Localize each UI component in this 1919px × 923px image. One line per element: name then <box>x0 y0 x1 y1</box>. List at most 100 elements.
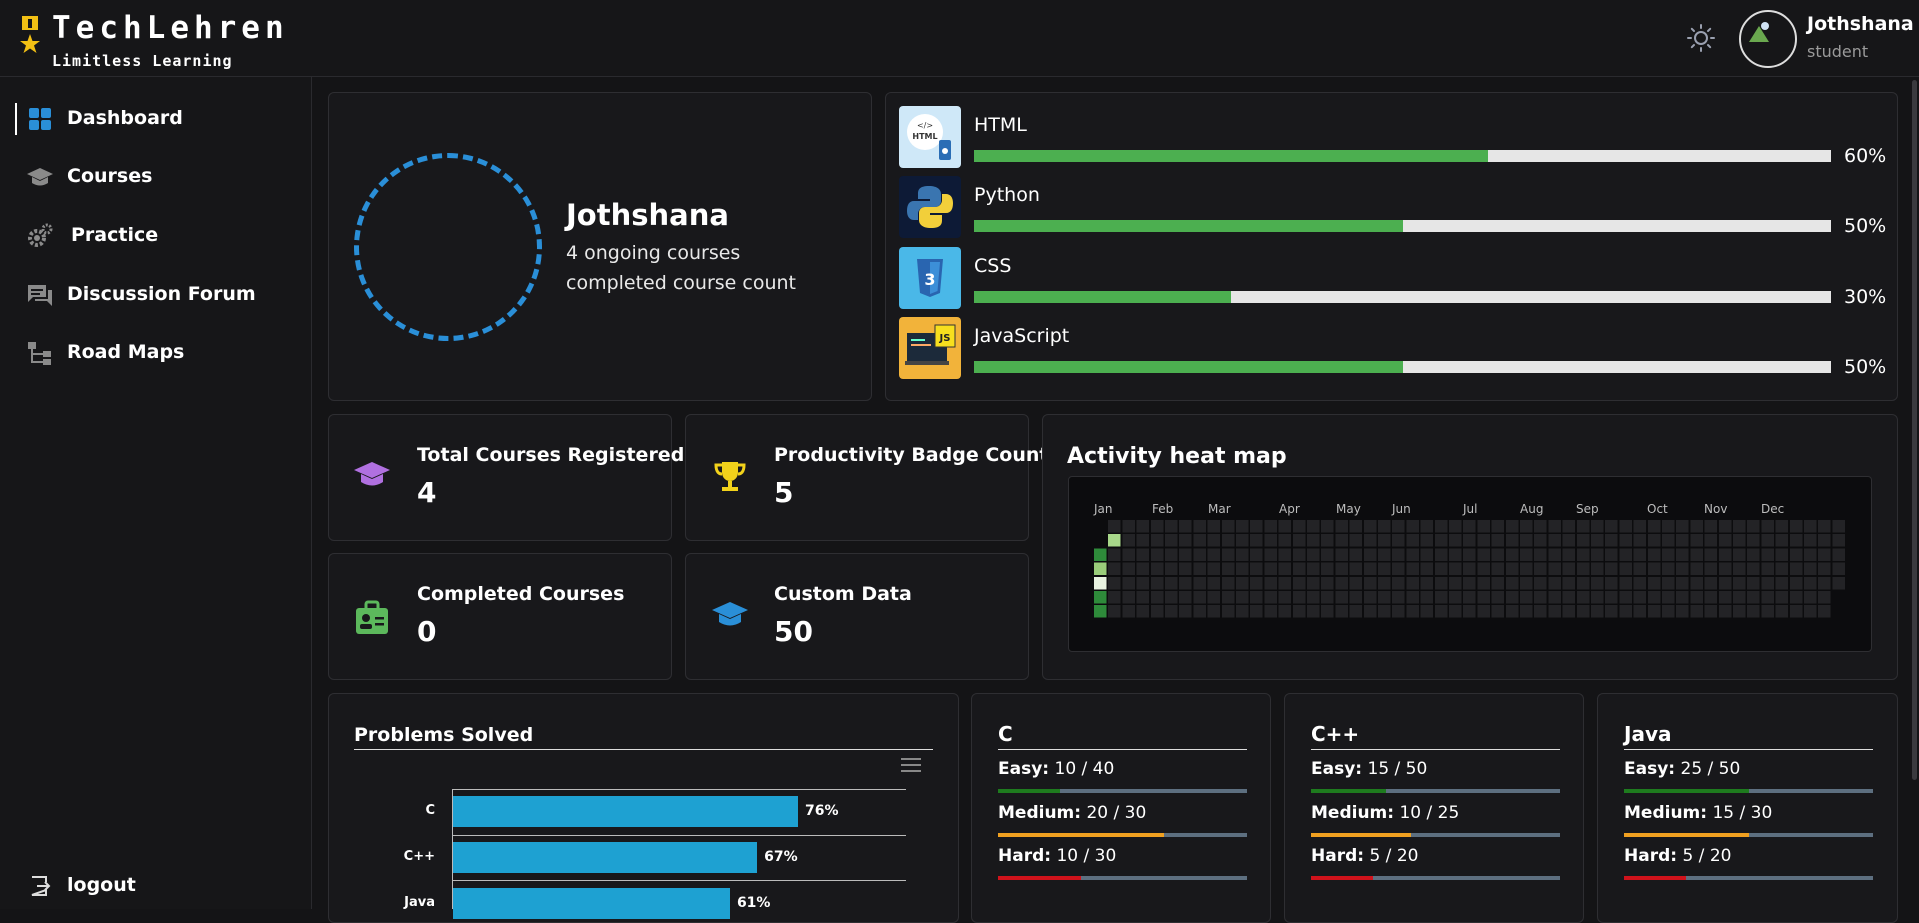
progress-ring <box>354 153 542 341</box>
sidebar-item-road-maps[interactable]: Road Maps <box>0 328 312 376</box>
heatmap-cell <box>1165 562 1178 576</box>
heatmap-cell <box>1221 591 1235 604</box>
heatmap-cell <box>1108 591 1121 604</box>
heatmap-cell <box>1704 591 1718 604</box>
difficulty-label: Easy: <box>998 759 1050 779</box>
user-avatar[interactable] <box>1739 10 1797 68</box>
heatmap-cell <box>1818 548 1831 561</box>
heatmap-cell <box>1491 520 1505 533</box>
difficulty-row: Hard: 5 / 20 <box>1624 846 1731 866</box>
heatmap-cell <box>1761 548 1774 561</box>
sidebar-item-courses[interactable]: Courses <box>0 152 312 200</box>
difficulty-progress-fill <box>998 876 1081 880</box>
heatmap-cell <box>1647 548 1661 561</box>
heatmap-cell <box>1591 534 1604 547</box>
heatmap-cell <box>1818 534 1831 547</box>
difficulty-progress-fill <box>998 833 1164 837</box>
logout-button[interactable]: logout <box>67 874 136 896</box>
heatmap-cell <box>1221 534 1235 547</box>
heatmap-cell <box>1520 562 1533 576</box>
heatmap-cell <box>1193 562 1206 576</box>
sidebar-item-label: Courses <box>67 165 153 187</box>
heatmap-cell <box>1562 562 1576 576</box>
heatmap-cell <box>1420 605 1434 618</box>
heatmap-cell <box>1804 562 1817 576</box>
heatmap-cell <box>1449 548 1462 561</box>
bar[interactable] <box>453 888 730 919</box>
heatmap-cell <box>1378 534 1391 547</box>
chart-gridline <box>452 880 906 881</box>
sidebar-item-dashboard[interactable]: Dashboard <box>0 94 312 142</box>
heatmap-cell <box>1264 562 1277 576</box>
heatmap-cell <box>1449 520 1462 533</box>
stat-label: Completed Courses <box>417 583 625 605</box>
heatmap-cell <box>1477 576 1490 590</box>
svg-text:</>: </> <box>917 121 933 130</box>
heatmap-cell <box>1094 591 1107 604</box>
heatmap-cell <box>1747 520 1760 533</box>
difficulty-label: Easy: <box>1624 759 1676 779</box>
heatmap-cell <box>1250 520 1263 533</box>
heatmap-cell <box>1221 562 1235 576</box>
heatmap-cell <box>1250 576 1263 590</box>
heatmap-cell <box>1392 591 1405 604</box>
heatmap-cell <box>1434 548 1448 561</box>
difficulty-label: Easy: <box>1311 759 1363 779</box>
heatmap-cell <box>1761 534 1774 547</box>
heatmap-cell <box>1321 605 1334 618</box>
heatmap-cell <box>1647 605 1661 618</box>
stat-value: 0 <box>417 615 437 648</box>
user-name[interactable]: Jothshana <box>1807 13 1914 35</box>
month-label: Jun <box>1392 502 1411 516</box>
heatmap-cell <box>1321 562 1334 576</box>
heatmap-cell <box>1335 548 1348 561</box>
heatmap-cell <box>1534 520 1547 533</box>
sidebar-item-discussion-forum[interactable]: Discussion Forum <box>0 270 312 318</box>
heatmap-cell <box>1647 534 1661 547</box>
heatmap-cell <box>1392 576 1405 590</box>
heatmap-cell <box>1548 562 1561 576</box>
heatmap-cell <box>1733 520 1746 533</box>
skill-percent: 30% <box>1844 286 1887 308</box>
page-scrollbar[interactable] <box>1912 80 1917 780</box>
heatmap-cell <box>1619 591 1632 604</box>
heatmap-cell <box>1264 534 1277 547</box>
heatmap-cell <box>1122 520 1135 533</box>
chart-menu-icon[interactable] <box>901 757 921 773</box>
heatmap-cell <box>1562 548 1576 561</box>
heatmap-cell <box>1619 548 1632 561</box>
difficulty-progress-fill <box>1311 833 1411 837</box>
difficulty-progress-bar <box>1311 789 1560 793</box>
logout-icon[interactable] <box>28 874 52 898</box>
heatmap-cell <box>1392 562 1405 576</box>
heatmap-cell <box>1633 548 1647 561</box>
heatmap-cell <box>1392 548 1405 561</box>
bar[interactable] <box>453 796 799 827</box>
bar[interactable] <box>453 842 758 873</box>
solved-count: 25 / 50 <box>1675 759 1741 779</box>
heatmap-cell <box>1150 576 1164 590</box>
heatmap-cell <box>1747 562 1760 576</box>
heatmap-cell <box>1363 534 1377 547</box>
heatmap-cell <box>1335 605 1348 618</box>
heatmap-cell <box>1704 534 1718 547</box>
heatmap-cell <box>1221 548 1235 561</box>
month-label: Jan <box>1094 502 1113 516</box>
heatmap-cell <box>1236 534 1249 547</box>
heatmap-cell <box>1292 576 1306 590</box>
heatmap-cell <box>1122 548 1135 561</box>
theme-toggle-sun-icon[interactable] <box>1687 24 1715 52</box>
heatmap-cell <box>1676 520 1689 533</box>
brand-title[interactable]: TechLehren <box>52 10 289 46</box>
heatmap-cell <box>1321 520 1334 533</box>
heatmap-cell <box>1335 576 1348 590</box>
heatmap-cell <box>1207 562 1221 576</box>
sidebar-item-practice[interactable]: Practice <box>0 211 312 259</box>
difficulty-progress-fill <box>1624 789 1749 793</box>
difficulty-progress-bar <box>998 876 1247 880</box>
heatmap-cell <box>1662 534 1675 547</box>
heatmap-cell <box>1789 534 1803 547</box>
heatmap-cell <box>1434 605 1448 618</box>
heatmap-cell <box>1733 548 1746 561</box>
heatmap-cell <box>1491 605 1505 618</box>
